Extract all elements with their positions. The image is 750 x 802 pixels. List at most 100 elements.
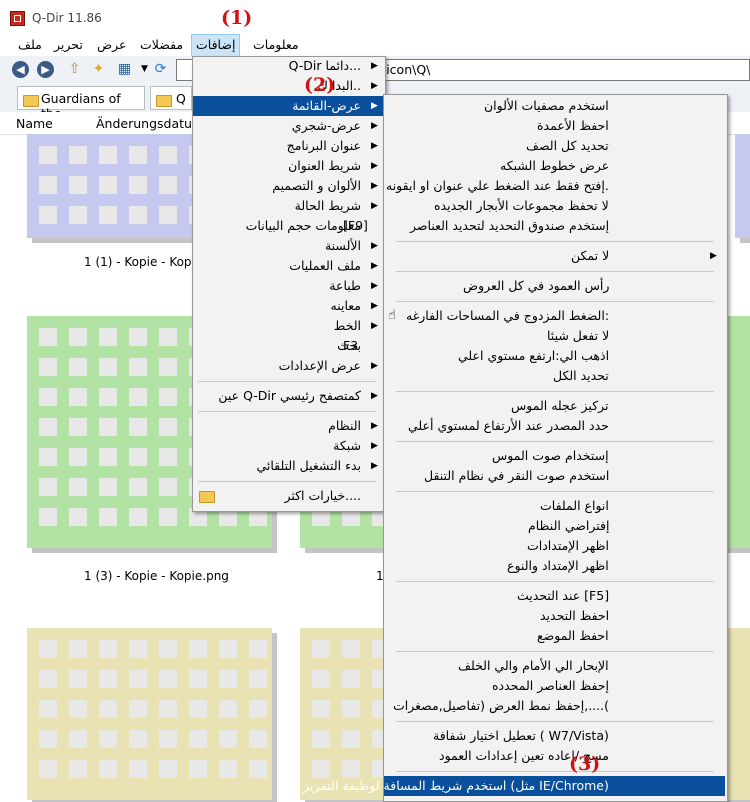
view-list-menu-item[interactable]: انواع الملفات <box>384 496 725 516</box>
view-list-menu-item[interactable]: إحفظ نمط العرض (تفاصيل,مصغرات,....( <box>384 696 725 716</box>
view-list-menu-item[interactable]: تركيز عجله الموس <box>384 396 725 416</box>
menu-favorites[interactable]: مفضلات <box>136 34 187 56</box>
menu-item-label: استخدم مصفيات الألوان <box>484 98 609 113</box>
tab-guardians[interactable]: Guardians of the ... <box>17 86 145 121</box>
view-list-menu-item[interactable]: عند التحديث [F5] <box>384 586 725 606</box>
extras-menu-item[interactable]: بدء التشغيل التلقائي ▶ <box>193 456 383 476</box>
new-folder-icon[interactable]: ✦ <box>90 61 107 78</box>
view-list-menu-item[interactable]: إستخدام صوت الموس <box>384 446 725 466</box>
menu-view[interactable]: عرض <box>93 34 130 56</box>
menu-item-label: شريط العنوان <box>288 158 361 173</box>
extras-menu-item[interactable]: عنوان البرنامج ▶ <box>193 136 383 156</box>
extras-menu-item[interactable]: الخط ▶ <box>193 316 383 336</box>
view-list-menu-item[interactable]: استخدم مصفيات الألوان <box>384 96 725 116</box>
menu-info[interactable]: معلومات <box>249 34 303 56</box>
thumbnail-cell <box>159 760 177 778</box>
extras-menu-item[interactable]: معاينه ▶ <box>193 296 383 316</box>
thumbnail-cell <box>249 700 267 718</box>
menu-item-label: اظهر الإمتداد والنوع <box>507 558 609 573</box>
back-icon[interactable]: ◀ <box>12 61 29 78</box>
extras-menu-item[interactable]: شريط العنوان ▶ <box>193 156 383 176</box>
extras-menu-item[interactable]: شريط الحالة ▶ <box>193 196 383 216</box>
menu-separator <box>198 381 376 382</box>
extras-menu-item[interactable]: معلومات حجم البيانات [F9] <box>193 216 383 236</box>
thumbnail-cell <box>129 418 147 436</box>
view-mode-icon[interactable]: ▦ <box>116 61 133 78</box>
menu-item-label: بدء التشغيل التلقائي <box>256 458 361 473</box>
menu-edit[interactable]: تحرير <box>50 34 87 56</box>
extras-menu-item[interactable]: الألوان و التصميم ▶ <box>193 176 383 196</box>
extras-menu-item[interactable]: عرض-شجري ▶ <box>193 116 383 136</box>
view-list-menu-item[interactable]: اظهر الإمتداد والنوع <box>384 556 725 576</box>
up-folder-icon[interactable]: ⇧ <box>66 61 83 78</box>
view-list-menu-item[interactable]: الضغط المزدوج في المساحات الفارغه: ☝ <box>384 306 725 326</box>
view-list-menu-item[interactable]: استخدم شريط المسافة لوظيفة التمرير (مثل … <box>303 776 725 796</box>
view-list-menu-item[interactable]: إفتراضي النظام <box>384 516 725 536</box>
view-list-menu-item[interactable]: لا تمكن ▶ <box>384 246 725 266</box>
thumbnail-image[interactable] <box>735 134 750 238</box>
view-list-menu-item[interactable]: إحفظ العناصر المحدده <box>384 676 725 696</box>
thumbnail-cell <box>129 508 147 526</box>
column-date[interactable]: Änderungsdatum <box>96 116 204 131</box>
tab-q[interactable]: Q <box>150 86 192 110</box>
refresh-icon[interactable]: ⟳ <box>152 61 169 78</box>
view-list-menu-item[interactable]: احفظ الأعمدة <box>384 116 725 136</box>
view-list-menu-item[interactable]: احفظ التحديد <box>384 606 725 626</box>
thumbnail-cell <box>129 328 147 346</box>
view-list-menu-item[interactable]: لا تفعل شيئا <box>384 326 725 346</box>
extras-menu-item[interactable]: خيارات اكثر.... <box>193 486 383 506</box>
extras-menu-item[interactable]: النظام ▶ <box>193 416 383 436</box>
thumbnail-cell <box>69 508 87 526</box>
thumbnail-cell <box>129 670 147 688</box>
view-list-menu-item[interactable]: اظهر الإمتدادات <box>384 536 725 556</box>
view-list-menu-item[interactable]: عرض خطوط الشبكه <box>384 156 725 176</box>
column-name[interactable]: Name <box>16 116 53 131</box>
menu-file[interactable]: ملف <box>14 34 46 56</box>
view-list-menu-item[interactable]: استخدم صوت النقر في نظام التنقل <box>384 466 725 486</box>
extras-menu-item[interactable]: شبكة ▶ <box>193 436 383 456</box>
thumbnail-image[interactable] <box>27 628 272 800</box>
menu-extras[interactable]: إضافات <box>191 34 241 58</box>
view-list-menu-item[interactable]: مسح /إعاده تعين إعدادات العمود <box>384 746 725 766</box>
view-list-menu-item[interactable]: إفتح فقط عند الضغط علي عنوان او ايقونه. <box>384 176 725 196</box>
thumbnail-cell <box>129 146 147 164</box>
extras-menu-item[interactable]: البدا ك.. ▶ <box>193 76 383 96</box>
extras-menu-item[interactable]: عرض الإعدادات ▶ <box>193 356 383 376</box>
thumbnail-cell <box>342 700 360 718</box>
view-list-menu-item[interactable]: الإبحار الي الأمام والي الخلف <box>384 656 725 676</box>
extras-menu-item[interactable]: الألسنة ▶ <box>193 236 383 256</box>
thumbnail-cell <box>99 358 117 376</box>
thumbnail-cell <box>159 640 177 658</box>
view-list-menu-item[interactable]: تعطيل اختيار شفافة ( W7/Vista) <box>384 726 725 746</box>
view-list-menu-item[interactable]: حدد المصدر عند الأرتفاع لمستوي أعلي <box>384 416 725 436</box>
thumbnail-cell <box>69 358 87 376</box>
menu-item-label: الألسنة <box>324 238 361 253</box>
view-list-menu-item[interactable]: اذهب الي:ارتفع مستوي اعلي <box>384 346 725 366</box>
view-list-menu-item[interactable]: رأس العمود في كل العروض <box>384 276 725 296</box>
menu-item-label: شبكة <box>333 438 361 453</box>
extras-menu-item[interactable]: طباعة ▶ <box>193 276 383 296</box>
menu-item-label: عنوان البرنامج <box>286 138 361 153</box>
view-dropdown-icon[interactable]: ▼ <box>136 61 153 78</box>
thumbnail-cell <box>69 670 87 688</box>
view-list-menu-item[interactable]: تحديد كل الصف <box>384 136 725 156</box>
menu-item-label: انواع الملفات <box>540 498 609 513</box>
view-list-menu-item[interactable]: لا تحفظ مجموعات الأبجار الجديده <box>384 196 725 216</box>
forward-icon[interactable]: ▶ <box>37 61 54 78</box>
menu-item-label: لا تفعل شيئا <box>547 328 610 343</box>
submenu-arrow-icon: ▶ <box>371 141 378 151</box>
extras-menu-item[interactable]: عرض-القائمة ▶ <box>193 96 383 116</box>
extras-menu-item[interactable]: Q-Dir دائما... ▶ <box>193 56 383 76</box>
menu-item-label: الضغط المزدوج في المساحات الفارغه: <box>406 308 610 323</box>
menu-item-label: حدد المصدر عند الأرتفاع لمستوي أعلي <box>408 418 609 433</box>
view-list-menu-item[interactable]: إستخدم صندوق التحديد لتحديد العناصر <box>384 216 725 236</box>
thumbnail-cell <box>69 206 87 224</box>
extras-menu-item[interactable]: ملف العمليات ▶ <box>193 256 383 276</box>
submenu-arrow-icon: ▶ <box>371 181 378 191</box>
extras-menu-item[interactable]: عين Q-Dir كمتصفح رئيسي ▶ <box>193 386 383 406</box>
extras-menu-item[interactable]: بحث F3 <box>193 336 383 356</box>
menu-item-label: عند التحديث [F5] <box>517 588 610 603</box>
view-list-menu-item[interactable]: تحديد الكل <box>384 366 725 386</box>
view-list-menu-item[interactable]: احفظ الموضع <box>384 626 725 646</box>
thumbnail-cell <box>189 700 207 718</box>
